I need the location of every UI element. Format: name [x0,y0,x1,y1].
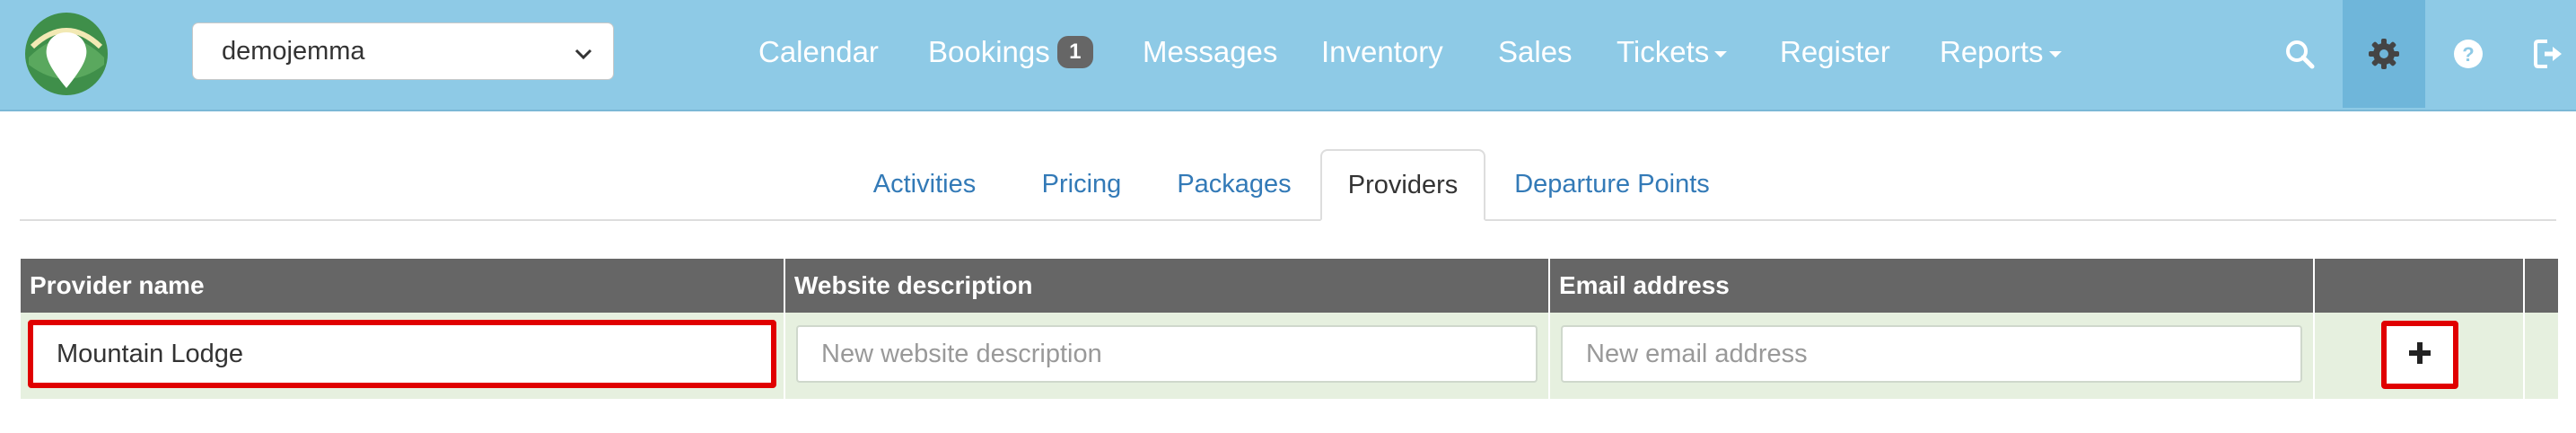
logout-icon[interactable] [2508,0,2576,108]
help-icon[interactable]: ? [2427,0,2510,108]
column-header-email-address: Email address [1550,259,2315,313]
nav-sales[interactable]: Sales [1498,27,1573,77]
nav-bookings-label: Bookings [928,35,1050,68]
nav-register[interactable]: Register [1780,27,1890,77]
website-description-placeholder: New website description [821,339,1102,368]
tab-departure-points-label: Departure Points [1514,169,1710,199]
tab-providers-label: Providers [1347,170,1459,199]
organisation-select[interactable]: demojemma [192,22,614,80]
tab-packages-label: Packages [1177,169,1292,199]
nav-calendar[interactable]: Calendar [758,27,879,77]
email-address-input[interactable]: New email address [1561,325,2302,383]
nav-calendar-label: Calendar [758,35,879,68]
nav-reports[interactable]: Reports [1940,27,2062,77]
nav-sales-label: Sales [1498,35,1573,68]
cell-website-description: New website description [785,313,1550,399]
plus-icon [2407,340,2432,370]
column-header-actions [2315,259,2525,313]
gear-icon[interactable] [2343,0,2425,108]
nav-messages-label: Messages [1143,35,1278,68]
column-header-extra [2525,259,2558,313]
nav-tickets[interactable]: Tickets [1617,27,1728,77]
nav-reports-label: Reports [1940,35,2044,68]
nav-tickets-label: Tickets [1617,35,1710,68]
nav-register-label: Register [1780,35,1890,68]
cell-extra [2525,313,2558,399]
table-row-new-provider: Mountain Lodge New website description N… [21,313,2558,399]
top-navbar: demojemma Calendar Bookings 1 Messages I… [0,0,2576,111]
nav-messages[interactable]: Messages [1143,27,1277,77]
nav-inventory-label: Inventory [1321,35,1443,68]
provider-name-input[interactable]: Mountain Lodge [28,320,776,388]
caret-down-icon [2048,50,2062,57]
website-description-input[interactable]: New website description [796,325,1538,383]
tab-activities[interactable]: Activities [862,149,987,219]
providers-table: Provider name Website description Email … [21,259,2558,399]
tab-pricing-label: Pricing [1041,169,1122,199]
provider-name-value: Mountain Lodge [57,339,243,368]
search-icon[interactable] [2258,0,2341,108]
caret-down-icon [1714,50,1728,57]
tab-activities-label: Activities [872,169,977,199]
cell-actions [2315,313,2525,399]
logo-icon[interactable] [23,11,110,97]
cell-email-address: New email address [1550,313,2315,399]
tab-departure-points[interactable]: Departure Points [1504,149,1720,219]
table-header-row: Provider name Website description Email … [21,259,2558,313]
tabs-divider [20,219,2556,221]
tab-pricing[interactable]: Pricing [1023,149,1140,219]
nav-inventory[interactable]: Inventory [1321,27,1443,77]
svg-text:?: ? [2462,43,2474,66]
tab-providers[interactable]: Providers [1320,149,1485,221]
tab-packages[interactable]: Packages [1167,149,1301,219]
column-header-provider-name: Provider name [21,259,785,313]
nav-bookings[interactable]: Bookings 1 [928,27,1093,77]
chevron-down-icon [574,41,593,61]
organisation-select-value: demojemma [222,36,365,66]
email-address-placeholder: New email address [1586,339,1808,368]
column-header-website-description: Website description [785,259,1550,313]
add-provider-button[interactable] [2381,321,2458,389]
cell-provider-name: Mountain Lodge [21,313,785,399]
bookings-count-badge: 1 [1056,36,1093,68]
